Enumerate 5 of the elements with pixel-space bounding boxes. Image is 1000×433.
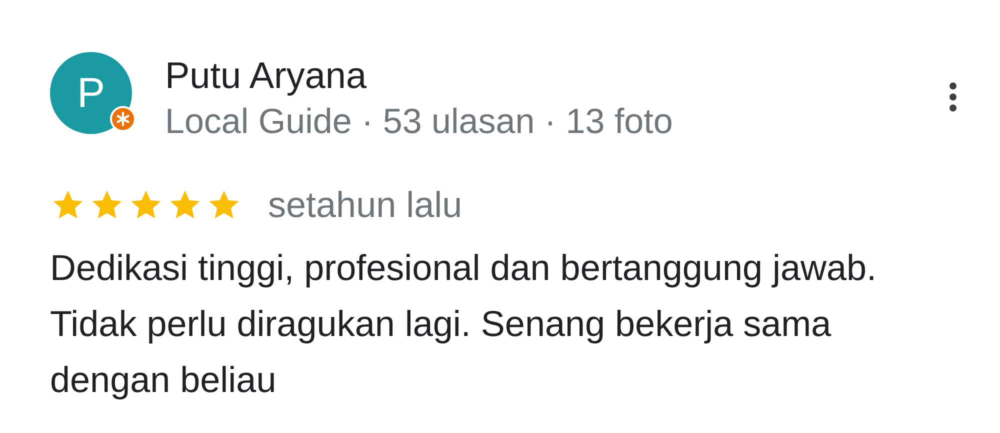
review-time: setahun lalu [268,184,462,226]
reviewer-info: Local Guide · 53 ulasan · 13 foto [165,101,674,143]
reviewer-name[interactable]: Putu Aryana [165,53,946,99]
avatar-letter: P [76,69,105,117]
review-text: Dedikasi tinggi, profesional dan bertanggung jawab. Tidak perlu diragukan lagi. Senang bekerja sama dengan beliau [50,246,878,402]
